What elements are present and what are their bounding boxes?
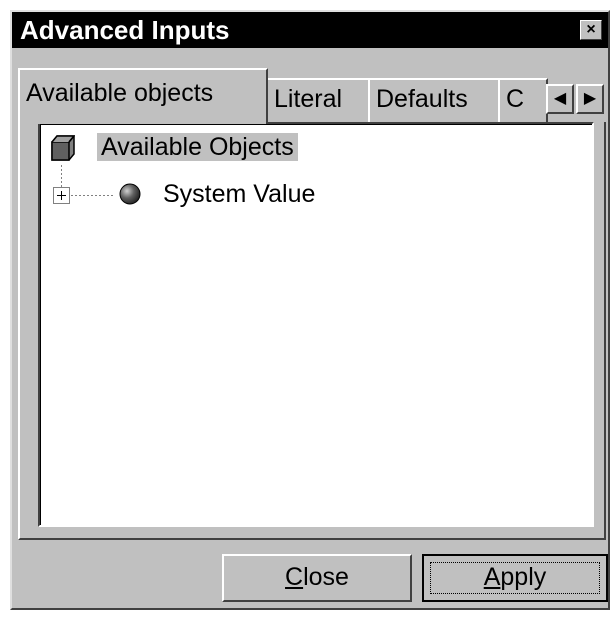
sphere-icon — [119, 183, 141, 205]
window-title: Advanced Inputs — [20, 15, 230, 45]
tab-defaults[interactable]: Defaults — [368, 78, 500, 122]
apply-button[interactable]: Apply — [422, 554, 608, 602]
tree-connector — [61, 165, 62, 187]
tree-content: Available Objects System Value — [40, 124, 592, 525]
tab-label: Defaults — [376, 85, 468, 113]
apply-button-label: Apply — [483, 563, 547, 591]
tab-available-objects[interactable]: Available objects — [18, 68, 268, 124]
expand-icon[interactable] — [53, 187, 70, 204]
close-button-label: Close — [285, 563, 349, 591]
tree-connector — [71, 195, 115, 196]
cube-icon — [51, 135, 75, 161]
tab-c[interactable]: C — [498, 78, 548, 122]
tab-literal[interactable]: Literal — [266, 78, 370, 122]
tab-scroll-left-icon[interactable]: ◀ — [546, 84, 574, 114]
tab-panel: Available Objects System Value — [18, 122, 606, 540]
tree-node-label: System Value — [163, 180, 316, 208]
object-tree[interactable]: Available Objects System Value — [38, 122, 594, 527]
advanced-inputs-window: Advanced Inputs × Available objects Lite… — [10, 10, 610, 610]
tab-label: Available objects — [26, 79, 214, 107]
tree-node-root[interactable]: Available Objects — [97, 130, 298, 164]
title-bar[interactable]: Advanced Inputs × — [12, 12, 608, 48]
close-icon[interactable]: × — [580, 20, 602, 40]
tree-node-system-value[interactable]: System Value — [163, 177, 315, 211]
tab-label: Literal — [274, 85, 343, 113]
close-button[interactable]: Close — [222, 554, 412, 602]
tab-label: C — [506, 85, 525, 113]
tab-scroll-right-icon[interactable]: ▶ — [576, 84, 604, 114]
tree-node-label: Available Objects — [97, 133, 298, 161]
tab-strip: Available objects Literal Defaults C ◀ ▶ — [18, 64, 606, 124]
